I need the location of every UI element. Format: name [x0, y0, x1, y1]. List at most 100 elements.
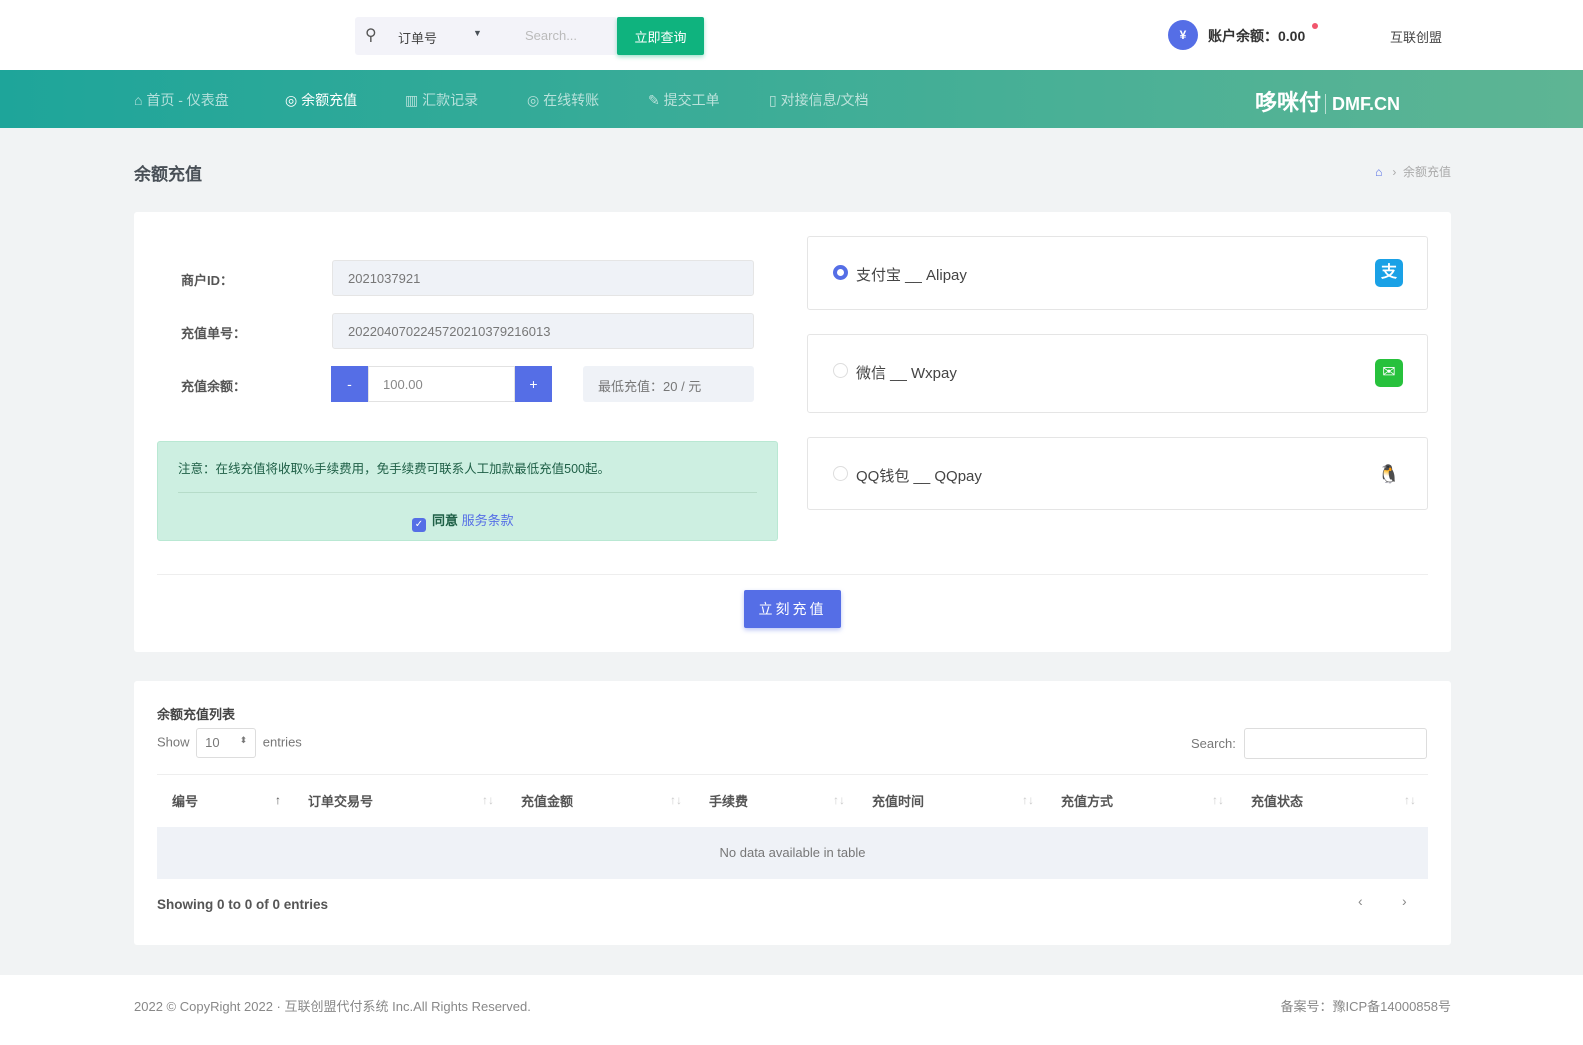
notice-text: 注意：在线充值将收取%手续费用，免手续费可联系人工加款最低充值500起。 — [178, 462, 610, 476]
sort-icon: ↑↓ — [1404, 793, 1416, 807]
column-header[interactable]: 充值金额 ↑↓ — [506, 774, 694, 827]
column-header[interactable]: 充值状态 ↑↓ — [1236, 774, 1428, 827]
breadcrumb: ⌂ › 余额充值 — [1375, 165, 1451, 179]
nav-label: 提交工单 — [663, 92, 720, 108]
nav-label: 首页 - 仪表盘 — [146, 92, 229, 108]
column-label: 手续费 — [709, 794, 749, 810]
merchant-label: 商户ID： — [181, 273, 234, 288]
min-charge: 最低充值：20 / 元 — [583, 366, 754, 402]
column-label: 订单交易号 — [308, 794, 374, 810]
column-header[interactable]: 充值时间 ↑↓ — [857, 774, 1046, 827]
submit-recharge-button[interactable]: 立刻充值 — [744, 590, 841, 628]
pay-label: QQ钱包 __ QQpay — [856, 468, 982, 485]
logo: 哆咪付 DMF.CN — [1255, 85, 1401, 117]
agree-checkbox[interactable]: ✓ — [412, 518, 426, 532]
column-label: 充值金额 — [521, 794, 574, 810]
radio-wxpay[interactable] — [833, 363, 848, 378]
recharge-icon: ◎ — [285, 92, 298, 108]
column-label: 充值方式 — [1061, 794, 1114, 810]
merchant-id-field: 2021037921 — [332, 260, 754, 296]
yen-icon: ¥ — [1168, 20, 1198, 50]
search-label: Search: — [1191, 736, 1236, 751]
column-label: 编号 — [172, 794, 199, 810]
pay-label: 微信 __ Wxpay — [856, 365, 957, 382]
table-info: Showing 0 to 0 of 0 entries — [157, 897, 329, 912]
radio-alipay[interactable] — [833, 265, 848, 280]
prev-page-button[interactable]: ‹ — [1358, 893, 1363, 909]
agree-row: ✓ 同意 服务条款 — [412, 510, 514, 532]
page-title: 余额充值 — [134, 165, 202, 184]
sort-icon: ↑↓ — [670, 793, 682, 807]
transfer-icon: ◎ — [527, 92, 540, 108]
divider — [178, 492, 757, 493]
pay-option-wxpay[interactable]: 微信 __ Wxpay ✉ — [807, 334, 1428, 413]
nav-label: 对接信息/文档 — [780, 92, 869, 108]
search-input[interactable]: Search... — [525, 28, 577, 43]
nav-label: 余额充值 — [301, 92, 358, 108]
nav-ticket[interactable]: ✎ 提交工单 — [648, 90, 720, 110]
copyright: 2022 © CopyRight 2022 · 互联创盟代付系统 Inc.All… — [134, 999, 531, 1014]
nav-dashboard[interactable]: ⌂ 首页 - 仪表盘 — [134, 90, 229, 110]
show-label: Show — [157, 734, 190, 750]
decrease-button[interactable]: - — [331, 366, 368, 402]
nav-transfer[interactable]: ◎ 在线转账 — [527, 90, 599, 110]
footer: 2022 © CopyRight 2022 · 互联创盟代付系统 Inc.All… — [0, 975, 1583, 1045]
order-label: 充值单号： — [181, 326, 247, 341]
logo-text: 哆咪付 — [1255, 90, 1322, 115]
recharge-table: 编号 ↑ 订单交易号 ↑↓ 充值金额 ↑↓ 手续费 ↑↓ 充值时间 ↑↓ 充值方式 ↑↓ 充… — [157, 774, 1428, 879]
wechat-icon: ✉ — [1375, 359, 1403, 387]
logo-domain: DMF.CN — [1325, 94, 1401, 114]
column-header[interactable]: 编号 ↑ — [157, 774, 293, 827]
page-length-select[interactable]: 10 ⬍ — [196, 728, 257, 758]
amount-label: 充值余额： — [181, 379, 247, 394]
nav-label: 汇款记录 — [422, 92, 479, 108]
pay-option-qqpay[interactable]: QQ钱包 __ QQpay 🐧 — [807, 437, 1428, 510]
search-type-select[interactable]: 订单号 — [398, 28, 437, 47]
sort-icon: ↑↓ — [833, 793, 845, 807]
list-title: 余额充值列表 — [157, 707, 236, 722]
sort-icon: ↑ — [275, 793, 281, 807]
sort-icon: ↑↓ — [482, 793, 494, 807]
sort-icon: ↑↓ — [1022, 793, 1034, 807]
increase-button[interactable]: + — [515, 366, 552, 402]
top-bar: ⚲ 订单号 ▼ Search... 立即查询 ¥ 账户余额：0.00 互联创盟 — [0, 0, 1583, 70]
nav-docs[interactable]: ▯ 对接信息/文档 — [769, 90, 869, 110]
search-icon: ⚲ — [365, 27, 377, 44]
notice-box: 注意：在线充值将收取%手续费用，免手续费可联系人工加款最低充值500起。 ✓ 同意… — [157, 441, 778, 541]
user-menu[interactable]: 互联创盟 — [1390, 27, 1442, 46]
pay-label: 支付宝 __ Alipay — [856, 267, 967, 284]
breadcrumb-current: 余额充值 — [1402, 165, 1451, 179]
terms-link[interactable]: 服务条款 — [462, 513, 514, 528]
caret-down-icon: ▼ — [473, 28, 482, 38]
column-header[interactable]: 订单交易号 ↑↓ — [293, 774, 506, 827]
qq-icon: 🐧 — [1377, 464, 1401, 484]
page-length-value: 10 — [205, 735, 220, 750]
alipay-icon: 支 — [1375, 259, 1403, 287]
order-no-field: 2022040702245720210379216013 — [332, 313, 754, 349]
column-header[interactable]: 手续费 ↑↓ — [694, 774, 857, 827]
entries-label: entries — [262, 734, 302, 750]
sort-icon: ↑↓ — [1212, 793, 1224, 807]
table-search-input[interactable] — [1244, 728, 1427, 759]
nav-recharge[interactable]: ◎ 余额充值 — [285, 90, 357, 110]
account-balance: 账户余额：0.00 — [1208, 28, 1306, 44]
chart-icon: ▥ — [405, 92, 419, 108]
nav-remittance[interactable]: ▥ 汇款记录 — [405, 90, 478, 110]
sort-updown-icon: ⬍ — [239, 735, 248, 745]
column-header[interactable]: 充值方式 ↑↓ — [1046, 774, 1236, 827]
radio-qqpay[interactable] — [833, 466, 848, 481]
empty-row: No data available in table — [157, 826, 1428, 879]
nav-label: 在线转账 — [543, 92, 600, 108]
query-button[interactable]: 立即查询 — [617, 17, 704, 55]
amount-input[interactable] — [368, 366, 515, 402]
order-search: ⚲ 订单号 ▼ Search... — [355, 17, 617, 55]
home-icon: ⌂ — [134, 92, 143, 108]
length-control: Show 10 ⬍ entries — [157, 728, 302, 758]
home-icon[interactable]: ⌂ — [1375, 165, 1382, 179]
book-icon: ▯ — [769, 92, 777, 108]
icp-number[interactable]: 备案号：豫ICP备14000858号 — [1280, 996, 1451, 1015]
column-label: 充值状态 — [1251, 794, 1304, 810]
pay-option-alipay[interactable]: 支付宝 __ Alipay 支 — [807, 236, 1428, 310]
divider — [157, 574, 1428, 575]
next-page-button[interactable]: › — [1402, 893, 1407, 909]
